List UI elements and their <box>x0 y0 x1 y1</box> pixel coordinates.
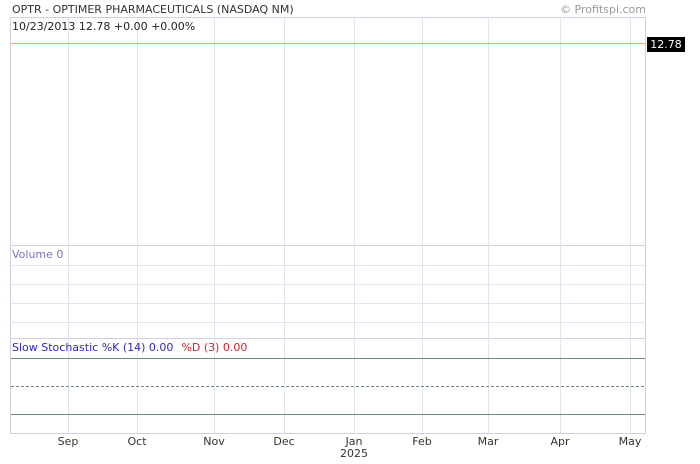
stochastic-label: Slow Stochastic %K (14) 0.00 %D (3) 0.00 <box>12 341 247 354</box>
month-label: May <box>619 435 642 448</box>
last-price-badge: 12.78 <box>647 37 685 52</box>
volume-panel-border <box>10 245 646 339</box>
month-label: Sep <box>58 435 79 448</box>
vertical-gridlines <box>68 18 631 433</box>
month-label: Apr <box>550 435 570 448</box>
year-label: 2025 <box>340 447 368 460</box>
stoch-k-label: Slow Stochastic %K (14) 0.00 <box>12 341 174 354</box>
stoch-d-label: %D (3) 0.00 <box>181 341 248 354</box>
month-label: Mar <box>478 435 499 448</box>
month-label: Oct <box>127 435 147 448</box>
month-label: Nov <box>203 435 225 448</box>
stock-chart: Sep Oct Nov Dec Jan Feb Mar Apr May 2025 <box>10 17 646 460</box>
copyright-label[interactable]: © Profitspi.com <box>560 3 646 16</box>
volume-label: Volume 0 <box>12 248 64 261</box>
volume-horizontal-gridlines <box>11 265 645 323</box>
quote-readout: 10/23/2013 12.78 +0.00 +0.00% <box>12 20 196 33</box>
month-label: Feb <box>412 435 431 448</box>
chart-title: OPTR - OPTIMER PHARMACEUTICALS (NASDAQ N… <box>12 3 294 16</box>
month-label: Dec <box>273 435 294 448</box>
price-panel-border <box>10 17 646 246</box>
